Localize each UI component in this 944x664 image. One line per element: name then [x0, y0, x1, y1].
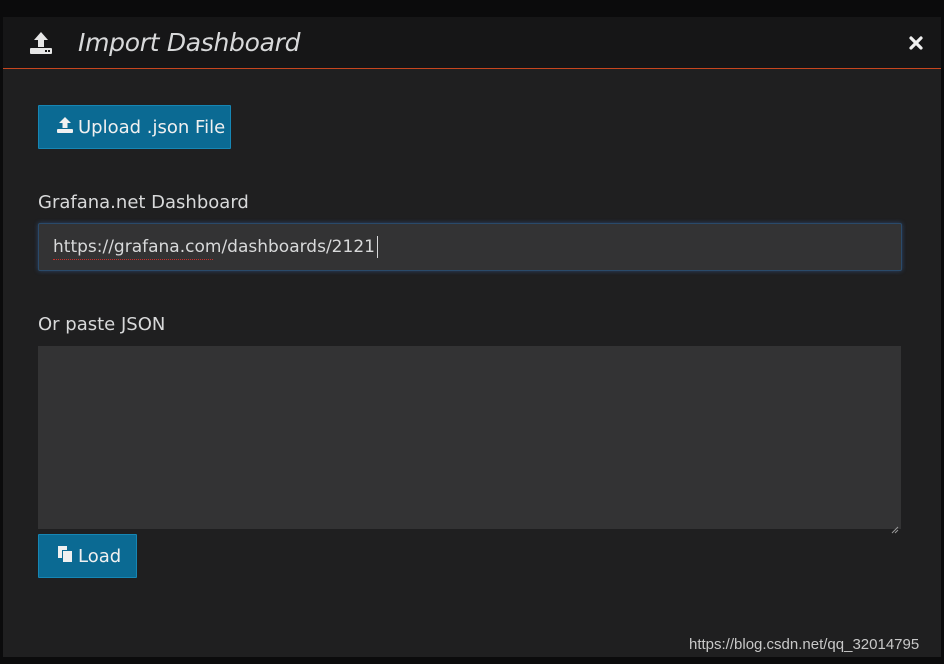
- modal-title: Import Dashboard: [78, 28, 301, 57]
- upload-icon: [27, 29, 55, 57]
- text-caret: [376, 236, 378, 258]
- paste-json-label: Or paste JSON: [38, 314, 166, 335]
- modal-header: Import Dashboard: [3, 17, 941, 69]
- import-dashboard-modal: Import Dashboard Upload .json File Grafa…: [3, 17, 941, 657]
- url-input-value: https://grafana.com/dashboards/2121: [53, 237, 375, 260]
- copy-icon: [56, 545, 78, 568]
- upload-icon: [56, 116, 78, 139]
- resize-grip-icon[interactable]: [891, 519, 899, 534]
- grafana-net-url-input[interactable]: https://grafana.com/dashboards/2121: [38, 223, 902, 271]
- load-button-label: Load: [78, 545, 122, 567]
- watermark-text: https://blog.csdn.net/qq_32014795: [689, 636, 920, 653]
- load-button[interactable]: Load: [38, 534, 137, 578]
- paste-json-textarea[interactable]: [38, 346, 901, 534]
- close-icon[interactable]: [907, 34, 925, 52]
- grafana-net-label: Grafana.net Dashboard: [38, 192, 249, 213]
- upload-button-label: Upload .json File: [78, 116, 226, 138]
- upload-json-button[interactable]: Upload .json File: [38, 105, 231, 149]
